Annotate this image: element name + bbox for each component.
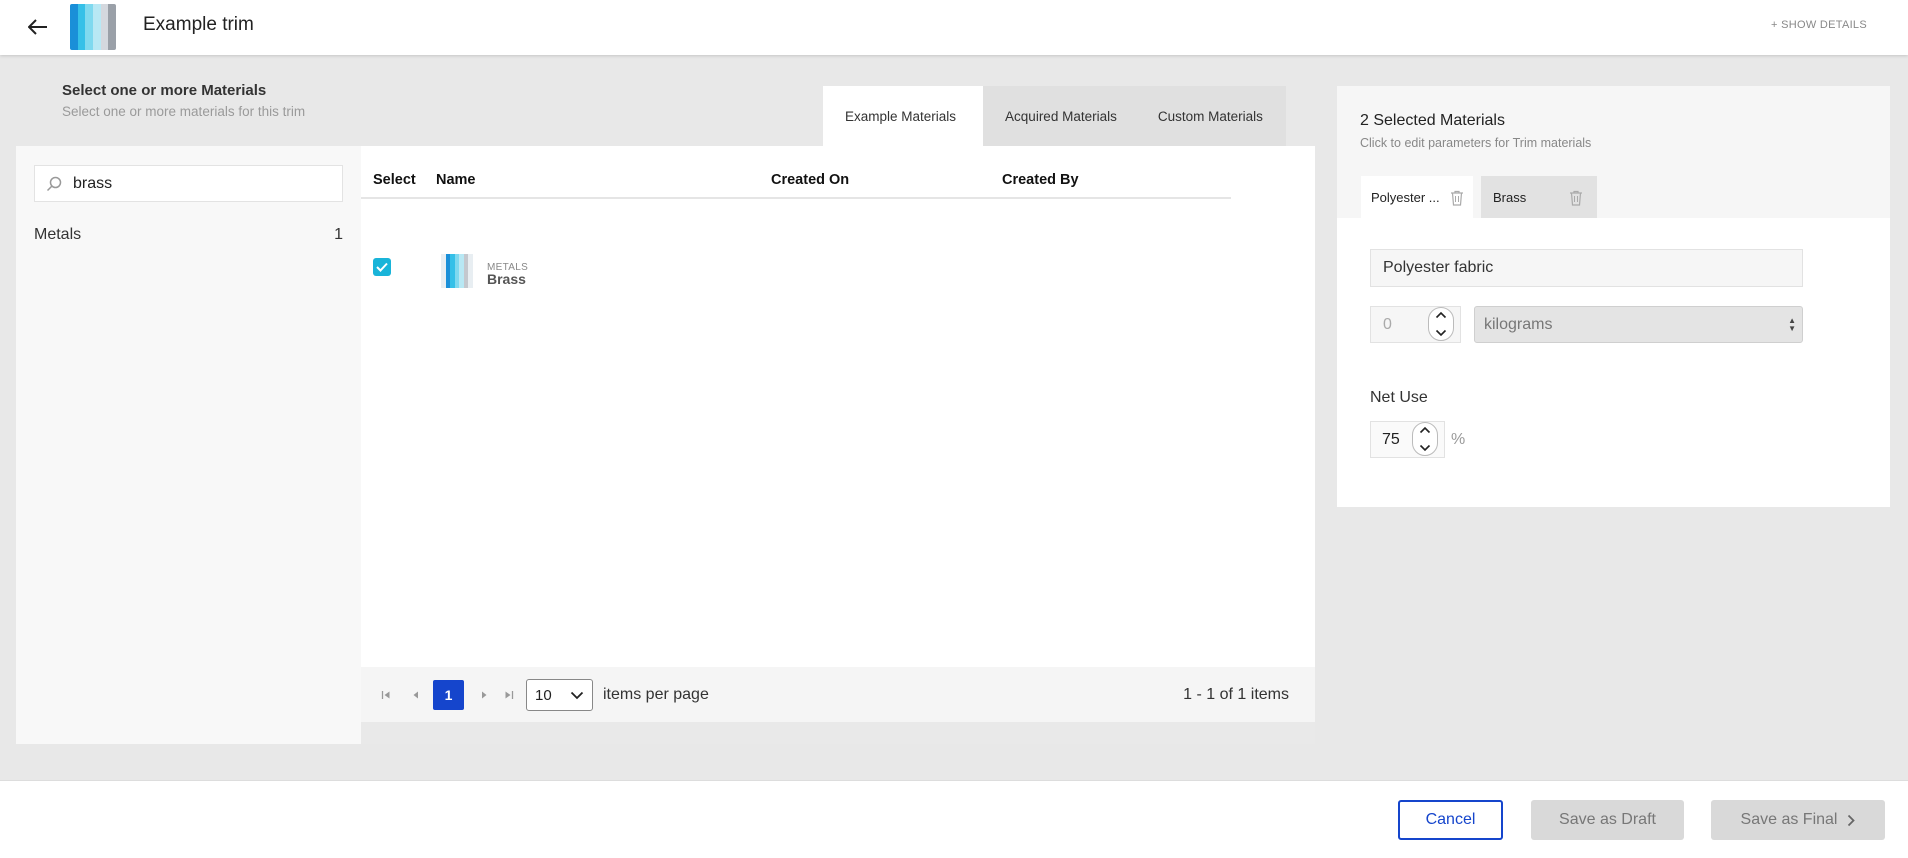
facet-metals[interactable]: Metals 1 <box>34 226 343 244</box>
unit-value: kilograms <box>1484 315 1553 333</box>
items-per-page-select[interactable]: 10 <box>526 679 593 711</box>
unit-select[interactable]: kilograms ▲ ▼ <box>1474 306 1803 343</box>
save-final-button[interactable]: Save as Final <box>1711 800 1885 840</box>
page-1-button[interactable]: 1 <box>433 680 464 710</box>
pager-divider <box>361 722 1315 744</box>
filter-panel: Metals 1 <box>16 146 361 744</box>
column-header-name[interactable]: Name <box>436 172 476 188</box>
last-page-icon[interactable] <box>502 688 516 702</box>
selector-subtitle: Select one or more materials for this tr… <box>62 104 306 119</box>
back-arrow-icon[interactable] <box>24 13 52 41</box>
selector-title: Select one or more Materials <box>62 82 267 99</box>
quantity-stepper[interactable]: 0 <box>1370 306 1461 343</box>
chip-brass[interactable]: Brass <box>1481 176 1597 218</box>
save-final-label: Save as Final <box>1740 811 1838 828</box>
quantity-spinner[interactable] <box>1428 307 1454 341</box>
chevron-up-icon[interactable] <box>1419 426 1431 434</box>
save-draft-button[interactable]: Save as Draft <box>1531 800 1684 840</box>
chevron-right-icon <box>1848 814 1856 826</box>
material-name-field[interactable]: Polyester fabric <box>1370 249 1803 287</box>
table-header: Select Name Created On Created By <box>361 146 1231 199</box>
net-use-value: 75 <box>1382 431 1400 448</box>
chevron-down-icon[interactable] <box>1419 444 1431 452</box>
prev-page-icon[interactable] <box>409 688 423 702</box>
first-page-icon[interactable] <box>379 688 393 702</box>
items-per-page-label: items per page <box>603 686 709 703</box>
selected-header: 2 Selected Materials Click to edit param… <box>1337 86 1890 218</box>
material-name: Brass <box>487 271 526 287</box>
chevron-up-icon[interactable] <box>1435 311 1447 319</box>
trash-icon[interactable] <box>1569 190 1583 206</box>
net-use-spinner[interactable] <box>1412 422 1438 456</box>
tab-custom-materials[interactable]: Custom Materials <box>1143 86 1286 146</box>
material-tabs: Example Materials Acquired Materials Cus… <box>823 86 1286 146</box>
chip-label: Brass <box>1493 189 1527 205</box>
show-details-link[interactable]: + SHOW DETAILS <box>1771 19 1867 31</box>
pagination-bar: 1 10 items per page 1 - 1 of 1 items <box>361 667 1315 722</box>
chevron-down-icon[interactable] <box>1435 329 1447 337</box>
net-use-label: Net Use <box>1370 389 1428 406</box>
select-arrows-icon: ▲ ▼ <box>1788 316 1796 333</box>
column-header-select: Select <box>373 172 416 188</box>
materials-table: Select Name Created On Created By METALS… <box>361 146 1315 744</box>
material-thumbnail <box>441 254 473 288</box>
cancel-button[interactable]: Cancel <box>1398 800 1503 840</box>
trim-thumbnail <box>70 4 116 50</box>
facet-count: 1 <box>334 226 343 243</box>
footer-bar: Cancel Save as Draft Save as Final <box>0 780 1908 858</box>
chevron-down-icon <box>570 691 584 699</box>
tab-acquired-materials[interactable]: Acquired Materials <box>983 86 1143 146</box>
selected-subtitle: Click to edit parameters for Trim materi… <box>1360 136 1592 150</box>
top-header: Example trim + SHOW DETAILS <box>0 0 1908 55</box>
facet-label: Metals <box>34 226 82 243</box>
search-box <box>34 165 343 202</box>
selected-count-title: 2 Selected Materials <box>1360 112 1505 129</box>
next-page-icon[interactable] <box>477 688 491 702</box>
tab-example-materials[interactable]: Example Materials <box>823 86 984 146</box>
trash-icon[interactable] <box>1450 190 1464 206</box>
search-input[interactable] <box>73 174 323 193</box>
column-header-created-by[interactable]: Created By <box>1002 172 1079 188</box>
search-icon <box>35 176 73 192</box>
pagination-info: 1 - 1 of 1 items <box>1183 686 1289 703</box>
column-header-created-on[interactable]: Created On <box>771 172 849 188</box>
percent-unit: % <box>1451 431 1466 448</box>
net-use-stepper[interactable]: 75 <box>1370 421 1445 458</box>
chip-label: Polyester ... <box>1371 189 1440 205</box>
table-row[interactable]: METALS Brass <box>361 244 1315 294</box>
chip-polyester[interactable]: Polyester ... <box>1361 176 1473 218</box>
page-title: Example trim <box>143 14 254 35</box>
selected-materials-panel: 2 Selected Materials Click to edit param… <box>1337 86 1890 507</box>
quantity-value: 0 <box>1383 316 1392 333</box>
per-page-value: 10 <box>535 686 552 704</box>
row-checkbox[interactable] <box>373 258 391 276</box>
